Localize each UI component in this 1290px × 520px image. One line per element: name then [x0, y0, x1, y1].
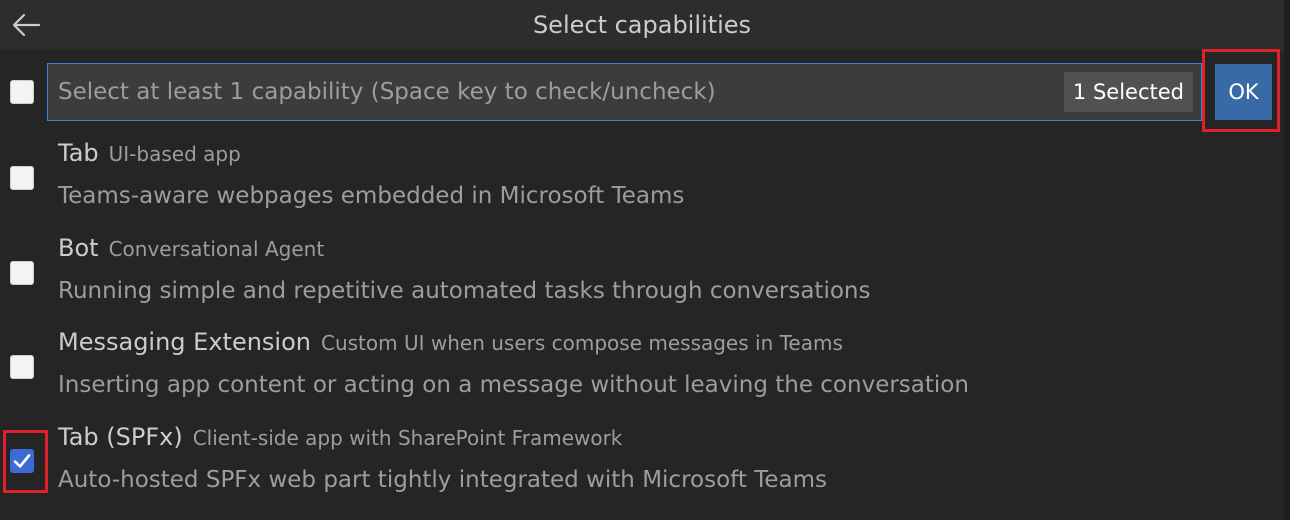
capability-description: Custom UI when users compose messages in… — [320, 331, 843, 355]
capability-detail: Teams-aware webpages embedded in Microso… — [58, 183, 685, 209]
back-button[interactable] — [8, 7, 44, 43]
capability-item-bot[interactable]: Bot Conversational Agent Running simple a… — [0, 228, 1284, 323]
capability-name: Messaging Extension — [58, 328, 311, 356]
select-all-checkbox[interactable] — [10, 80, 34, 104]
capability-name: Tab — [58, 139, 99, 167]
bot-checkbox[interactable] — [10, 261, 34, 285]
capability-description: Conversational Agent — [108, 237, 325, 261]
tab-checkbox[interactable] — [10, 166, 34, 190]
page-title: Select capabilities — [532, 11, 752, 39]
title-bar: Select capabilities — [0, 0, 1284, 50]
capability-description: UI-based app — [108, 142, 241, 166]
tab-spfx-checkbox[interactable] — [10, 449, 34, 473]
capability-label-row: Tab UI-based app — [58, 139, 241, 167]
capability-label-row: Messaging Extension Custom UI when users … — [58, 328, 843, 356]
capability-detail: Auto-hosted SPFx web part tightly integr… — [58, 467, 827, 493]
editor-edge — [1284, 0, 1290, 520]
capability-detail: Running simple and repetitive automated … — [58, 278, 871, 304]
selected-count-badge: 1 Selected — [1063, 72, 1193, 112]
capability-description: Client-side app with SharePoint Framewor… — [192, 426, 623, 450]
capability-name: Tab (SPFx) — [58, 423, 183, 451]
capability-item-tab[interactable]: Tab UI-based app Teams-aware webpages emb… — [0, 133, 1284, 228]
capability-item-messaging-extension[interactable]: Messaging Extension Custom UI when users … — [0, 322, 1284, 417]
messaging-extension-checkbox[interactable] — [10, 355, 34, 379]
quick-pick-panel: Select capabilities 1 Selected OK Tab UI-… — [0, 0, 1290, 520]
capability-name: Bot — [58, 234, 99, 262]
ok-button[interactable]: OK — [1215, 64, 1272, 120]
capability-detail: Inserting app content or acting on a mes… — [58, 372, 969, 398]
capability-filter-input[interactable] — [48, 64, 1048, 120]
checkmark-icon — [13, 454, 31, 468]
capability-label-row: Bot Conversational Agent — [58, 234, 324, 262]
capability-item-tab-spfx[interactable]: Tab (SPFx) Client-side app with SharePoin… — [0, 417, 1284, 512]
arrow-left-icon — [12, 13, 41, 37]
capability-filter-box: 1 Selected — [47, 63, 1202, 121]
capability-label-row: Tab (SPFx) Client-side app with SharePoin… — [58, 423, 622, 451]
